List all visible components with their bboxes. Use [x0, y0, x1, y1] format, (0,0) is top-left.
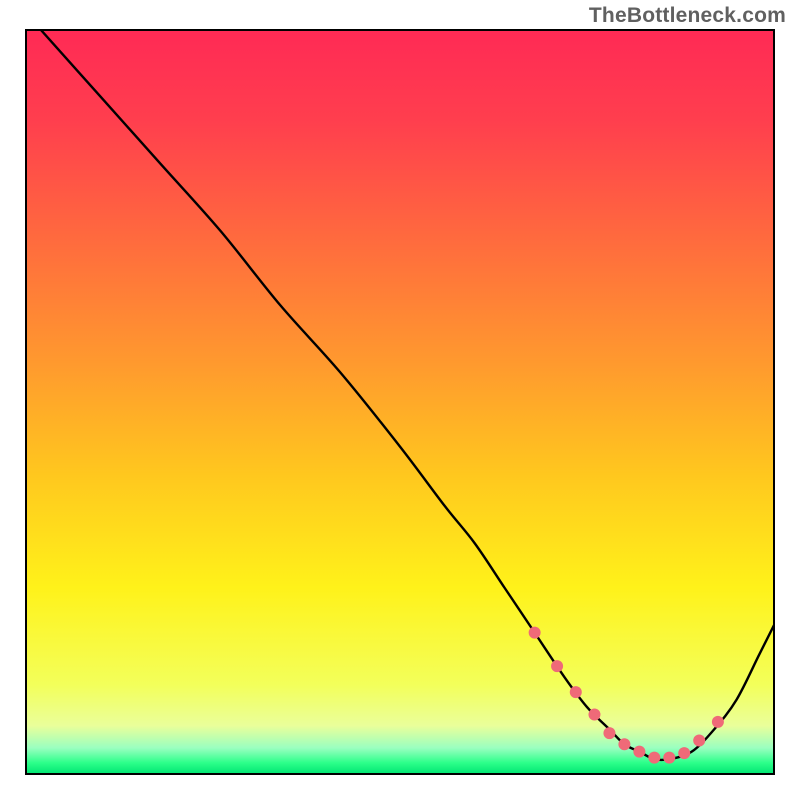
optimal-range-marker: [648, 752, 660, 764]
optimal-range-marker: [678, 747, 690, 759]
optimal-range-marker: [551, 660, 563, 672]
optimal-range-marker: [663, 752, 675, 764]
optimal-range-marker: [712, 716, 724, 728]
optimal-range-marker: [693, 735, 705, 747]
optimal-range-marker: [618, 738, 630, 750]
gradient-background: [26, 30, 774, 774]
chart-stage: TheBottleneck.com: [0, 0, 800, 800]
optimal-range-marker: [588, 708, 600, 720]
optimal-range-marker: [570, 686, 582, 698]
watermark-text: TheBottleneck.com: [589, 4, 786, 28]
bottleneck-chart: [0, 0, 800, 800]
optimal-range-marker: [633, 746, 645, 758]
optimal-range-marker: [529, 627, 541, 639]
optimal-range-marker: [603, 727, 615, 739]
